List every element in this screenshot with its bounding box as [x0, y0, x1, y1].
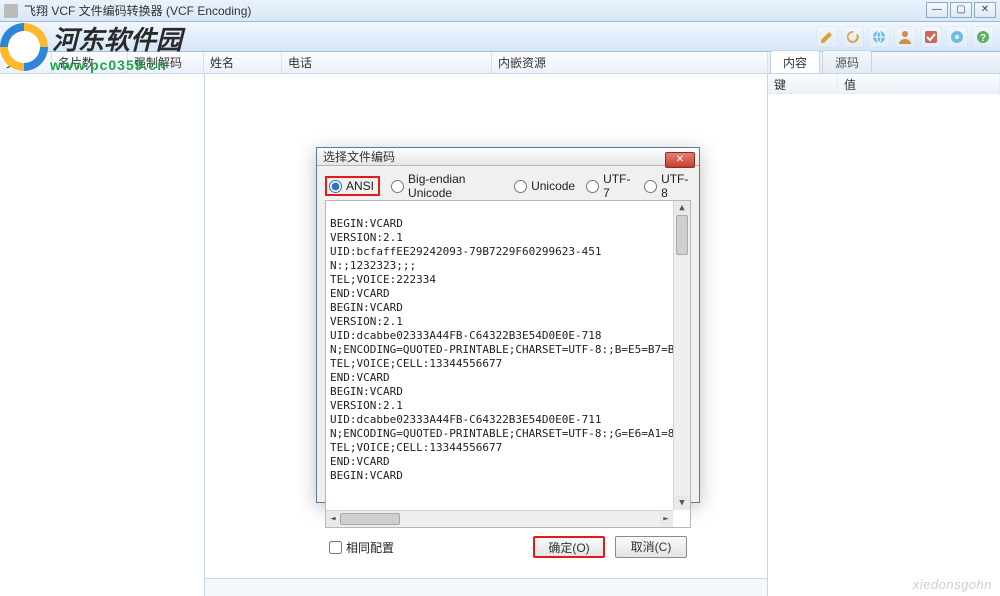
watermark-footer: xiedonsgohn: [913, 577, 992, 592]
col-name-card[interactable]: 名片数: [52, 52, 128, 73]
ok-button[interactable]: 确定(O): [533, 536, 605, 558]
toolbar-user-button[interactable]: [894, 26, 916, 48]
radio-ansi[interactable]: [329, 180, 342, 193]
cancel-button[interactable]: 取消(C): [615, 536, 687, 558]
toolbar: 河东软件园 www.pc0359.cn ?: [0, 22, 1000, 52]
preview-textarea[interactable]: BEGIN:VCARD VERSION:2.1 UID:bcfaffEE2924…: [325, 200, 691, 528]
radio-unicode-label: Unicode: [531, 179, 575, 193]
radio-utf8[interactable]: [644, 180, 657, 193]
window-controls: — ▢ ✕: [926, 2, 996, 18]
right-pane: 内容 源码 键 值: [768, 74, 1000, 596]
app-icon: [4, 4, 18, 18]
dialog-title: 选择文件编码: [323, 148, 395, 165]
radio-utf8-label: UTF-8: [661, 172, 691, 200]
col-name[interactable]: 姓名: [204, 52, 282, 73]
tab-source[interactable]: 源码: [822, 50, 872, 73]
scroll-left-arrow[interactable]: ◄: [326, 511, 340, 527]
toolbar-settings-button[interactable]: [946, 26, 968, 48]
toolbar-refresh-button[interactable]: [842, 26, 864, 48]
watermark-text: 河东软件园: [52, 20, 182, 57]
same-config-input[interactable]: [329, 541, 342, 554]
col-file[interactable]: 文件: [0, 52, 52, 73]
col-phone[interactable]: 电话: [282, 52, 492, 73]
same-config-checkbox[interactable]: 相同配置: [329, 539, 394, 556]
close-button[interactable]: ✕: [974, 2, 996, 18]
dialog-footer: 相同配置 确定(O) 取消(C): [325, 528, 691, 560]
toolbar-help-button[interactable]: ?: [972, 26, 994, 48]
radio-ansi-label: ANSI: [346, 179, 374, 193]
dialog-titlebar: 选择文件编码 ✕: [317, 148, 699, 166]
minimize-button[interactable]: —: [926, 2, 948, 18]
vertical-scroll-thumb[interactable]: [676, 215, 688, 255]
right-sub-header: 键 值: [768, 74, 1000, 94]
col-force-decode[interactable]: 强制解码: [128, 52, 204, 73]
scroll-down-arrow[interactable]: ▼: [674, 496, 690, 510]
dialog-close-button[interactable]: ✕: [665, 152, 695, 168]
horizontal-scrollbar[interactable]: ◄ ►: [326, 510, 673, 527]
col-value[interactable]: 值: [838, 74, 1000, 93]
tab-content[interactable]: 内容: [770, 50, 820, 73]
svg-text:?: ?: [980, 33, 986, 44]
preview-text: BEGIN:VCARD VERSION:2.1 UID:bcfaffEE2924…: [330, 217, 691, 482]
radio-utf7[interactable]: [586, 180, 599, 193]
radio-bigendian[interactable]: [391, 180, 404, 193]
radio-bigendian-label: Big-endian Unicode: [408, 172, 503, 200]
radio-ansi-highlight: ANSI: [325, 176, 380, 196]
status-bar: [205, 578, 767, 596]
radio-utf7-label: UTF-7: [603, 172, 633, 200]
titlebar: 飞翔 VCF 文件编码转换器 (VCF Encoding) — ▢ ✕: [0, 0, 1000, 22]
horizontal-scroll-thumb[interactable]: [340, 513, 400, 525]
toolbar-check-button[interactable]: [920, 26, 942, 48]
scroll-up-arrow[interactable]: ▲: [674, 201, 690, 215]
maximize-button[interactable]: ▢: [950, 2, 972, 18]
left-pane: [0, 74, 205, 596]
scroll-right-arrow[interactable]: ►: [659, 511, 673, 527]
right-tabs: 内容 源码: [768, 52, 1000, 74]
encoding-radio-row: ANSI Big-endian Unicode Unicode UTF-7 UT…: [325, 172, 691, 200]
toolbar-edit-button[interactable]: [816, 26, 838, 48]
window-title: 飞翔 VCF 文件编码转换器 (VCF Encoding): [24, 2, 251, 19]
radio-unicode[interactable]: [514, 180, 527, 193]
col-key[interactable]: 键: [768, 74, 838, 93]
vertical-scrollbar[interactable]: ▲ ▼: [673, 201, 690, 510]
toolbar-globe-button[interactable]: [868, 26, 890, 48]
same-config-label: 相同配置: [346, 539, 394, 556]
encoding-dialog: 选择文件编码 ✕ ANSI Big-endian Unicode Unicode…: [316, 147, 700, 503]
col-embed[interactable]: 内嵌资源: [492, 52, 768, 73]
